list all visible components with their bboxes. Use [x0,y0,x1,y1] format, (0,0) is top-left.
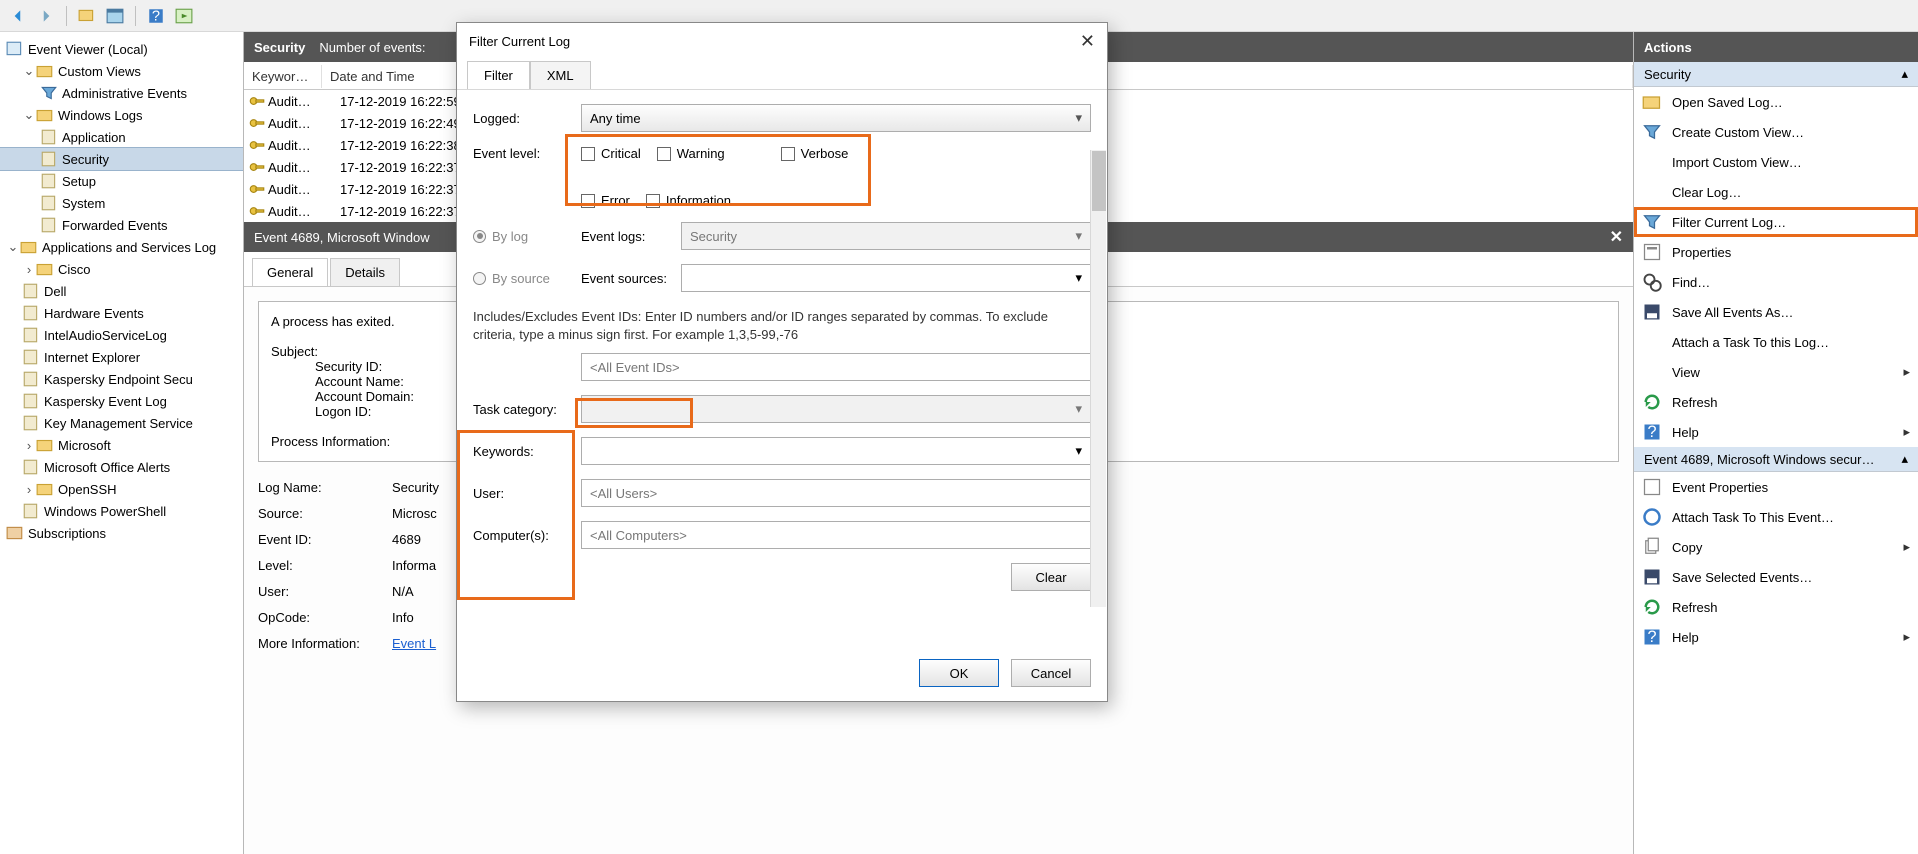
label-event-logs: Event logs: [581,229,681,244]
dialog-body: Logged: Any time▾ Event level: Critical … [457,90,1107,651]
dialog-overlay: Filter Current Log ✕ Filter XML Logged: … [0,0,1918,854]
label-user: User: [473,486,581,501]
chevron-down-icon: ▾ [1075,110,1082,126]
task-category-dropdown[interactable]: ▾ [581,395,1091,423]
radio-by-source[interactable]: By source [473,271,581,286]
chk-information[interactable]: Information [646,193,731,208]
chk-warning[interactable]: Warning [657,146,725,161]
dialog-scrollbar[interactable] [1090,150,1106,607]
filter-current-log-dialog: Filter Current Log ✕ Filter XML Logged: … [456,22,1108,702]
chk-critical[interactable]: Critical [581,146,641,161]
user-input[interactable]: <All Users> [581,479,1091,507]
dialog-close-button[interactable]: ✕ [1080,31,1095,52]
label-event-sources: Event sources: [581,271,681,286]
label-event-level: Event level: [473,146,581,161]
event-id-hint: Includes/Excludes Event IDs: Enter ID nu… [473,308,1091,343]
dialog-titlebar[interactable]: Filter Current Log ✕ [457,23,1107,59]
computers-input[interactable]: <All Computers> [581,521,1091,549]
event-ids-input[interactable]: <All Event IDs> [581,353,1091,381]
event-logs-dropdown[interactable]: Security▾ [681,222,1091,250]
logged-dropdown[interactable]: Any time▾ [581,104,1091,132]
dialog-buttons: OK Cancel [457,651,1107,701]
dialog-tabs: Filter XML [457,59,1107,90]
chevron-down-icon: ▾ [1075,401,1082,417]
dialog-title: Filter Current Log [469,34,570,49]
cancel-button[interactable]: Cancel [1011,659,1091,687]
label-task-category: Task category: [473,402,581,417]
clear-button[interactable]: Clear [1011,563,1091,591]
keywords-dropdown[interactable]: ▾ [581,437,1091,465]
chevron-down-icon: ▾ [1075,443,1082,459]
label-logged: Logged: [473,111,581,126]
chevron-down-icon: ▾ [1075,228,1082,244]
tab-filter[interactable]: Filter [467,61,530,89]
chk-verbose[interactable]: Verbose [781,146,849,161]
chk-error[interactable]: Error [581,193,630,208]
event-sources-dropdown[interactable]: ▾ [681,264,1091,292]
tab-xml[interactable]: XML [530,61,591,89]
label-keywords: Keywords: [473,444,581,459]
radio-by-log[interactable]: By log [473,229,581,244]
ok-button[interactable]: OK [919,659,999,687]
chevron-down-icon: ▾ [1075,270,1082,286]
label-computers: Computer(s): [473,528,581,543]
